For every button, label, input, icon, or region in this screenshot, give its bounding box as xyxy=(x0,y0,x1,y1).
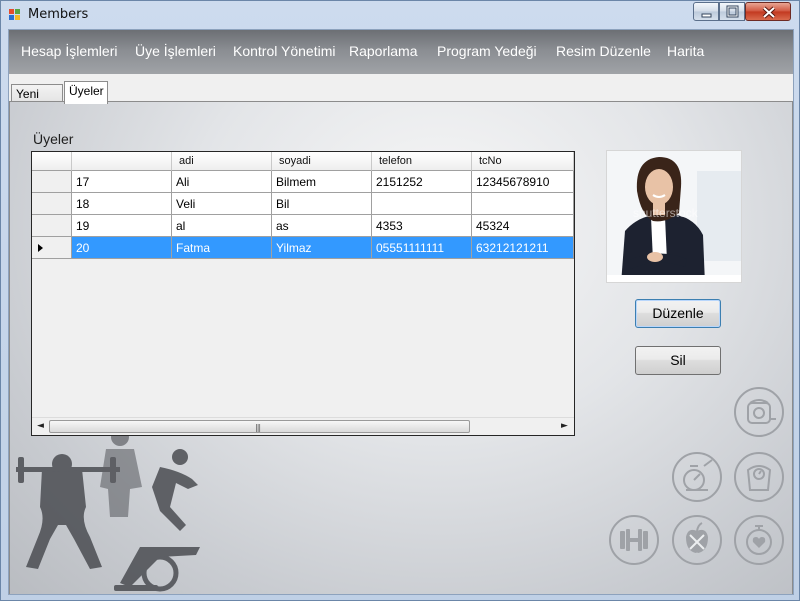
cell-id[interactable]: 18 xyxy=(72,193,172,215)
cell-adi[interactable]: al xyxy=(172,215,272,237)
diet-apple-icon xyxy=(672,515,722,565)
cell-id[interactable]: 19 xyxy=(72,215,172,237)
cell-id[interactable]: 17 xyxy=(72,171,172,193)
minimize-icon xyxy=(701,13,712,18)
form-client-area: Hesap İşlemleri Üye İşlemleri Kontrol Yö… xyxy=(8,29,794,595)
maximize-icon xyxy=(726,5,739,18)
cell-adi[interactable]: Veli xyxy=(172,193,272,215)
heart-timer-icon xyxy=(734,515,784,565)
column-header-telefon[interactable]: telefon xyxy=(372,152,472,171)
uyeler-tab-page: Üyeler adi soyadi telefon tcNo 17 Ali Bi… xyxy=(9,101,793,594)
current-row-arrow-icon xyxy=(38,244,43,252)
edit-button[interactable]: Düzenle xyxy=(635,299,721,328)
cell-tcno[interactable]: 63212121211 xyxy=(472,237,574,259)
minimize-button[interactable] xyxy=(693,2,719,21)
main-menu-bar: Hesap İşlemleri Üye İşlemleri Kontrol Yö… xyxy=(9,30,793,74)
member-photo-image: shutterstock xyxy=(607,151,741,282)
menu-kontrol-yonetimi[interactable]: Kontrol Yönetimi xyxy=(233,43,335,59)
scroll-grip: ||| xyxy=(255,423,261,432)
column-header-tcno[interactable]: tcNo xyxy=(472,152,574,171)
row-header[interactable] xyxy=(32,215,72,237)
cell-telefon[interactable]: 4353 xyxy=(372,215,472,237)
cell-id[interactable]: 20 xyxy=(72,237,172,259)
cell-soyadi[interactable]: Yilmaz xyxy=(272,237,372,259)
menu-harita[interactable]: Harita xyxy=(667,43,704,59)
members-window: Members Hesap İşlemleri Üye İşlemleri Ko… xyxy=(0,0,800,601)
delete-button[interactable]: Sil xyxy=(635,346,721,375)
scroll-right-button[interactable]: ► xyxy=(556,418,573,435)
title-bar: Members xyxy=(1,1,799,29)
column-header-id[interactable] xyxy=(72,152,172,171)
members-section-label: Üyeler xyxy=(33,131,74,147)
cell-tcno[interactable] xyxy=(472,193,574,215)
photo-watermark: shutterstock xyxy=(633,206,699,220)
menu-program-yedegi[interactable]: Program Yedeği xyxy=(437,43,537,59)
column-header-row-selector[interactable] xyxy=(32,152,72,171)
column-header-soyadi[interactable]: soyadi xyxy=(272,152,372,171)
cell-tcno[interactable]: 45324 xyxy=(472,215,574,237)
menu-hesap-islemleri[interactable]: Hesap İşlemleri xyxy=(21,43,117,59)
menu-resim-duzenle[interactable]: Resim Düzenle xyxy=(556,43,651,59)
cell-soyadi[interactable]: as xyxy=(272,215,372,237)
menu-uye-islemleri[interactable]: Üye İşlemleri xyxy=(135,43,216,59)
horizontal-scrollbar[interactable]: ◄ ||| ► xyxy=(32,417,574,435)
cell-tcno[interactable]: 12345678910 xyxy=(472,171,574,193)
scroll-left-button[interactable]: ◄ xyxy=(32,418,49,435)
tab-uyeler[interactable]: Üyeler xyxy=(64,81,108,104)
members-data-grid[interactable]: adi soyadi telefon tcNo 17 Ali Bilmem 21… xyxy=(31,151,575,436)
fitness-silhouette-image xyxy=(16,428,200,592)
tab-strip: Yeni Üye Üyeler xyxy=(9,74,793,115)
row-header[interactable] xyxy=(32,193,72,215)
close-icon xyxy=(762,6,776,19)
close-button[interactable] xyxy=(745,2,791,21)
measuring-tape-icon xyxy=(734,387,784,437)
cell-adi[interactable]: Ali xyxy=(172,171,272,193)
cell-adi[interactable]: Fatma xyxy=(172,237,272,259)
window-title: Members xyxy=(28,7,89,22)
menu-raporlama[interactable]: Raporlama xyxy=(349,43,417,59)
cell-telefon[interactable]: 2151252 xyxy=(372,171,472,193)
cell-telefon[interactable] xyxy=(372,193,472,215)
maximize-button[interactable] xyxy=(719,2,745,21)
scale-icon xyxy=(734,452,784,502)
stopwatch-scale-icon xyxy=(672,452,722,502)
cell-soyadi[interactable]: Bilmem xyxy=(272,171,372,193)
dumbbell-icon xyxy=(609,515,659,565)
row-header[interactable] xyxy=(32,171,72,193)
cell-telefon[interactable]: 05551111111 xyxy=(372,237,472,259)
member-photo: shutterstock xyxy=(606,150,742,283)
app-window-icon xyxy=(9,9,21,21)
column-header-adi[interactable]: adi xyxy=(172,152,272,171)
row-header[interactable] xyxy=(32,237,72,259)
scroll-thumb[interactable]: ||| xyxy=(49,420,470,433)
cell-soyadi[interactable]: Bil xyxy=(272,193,372,215)
